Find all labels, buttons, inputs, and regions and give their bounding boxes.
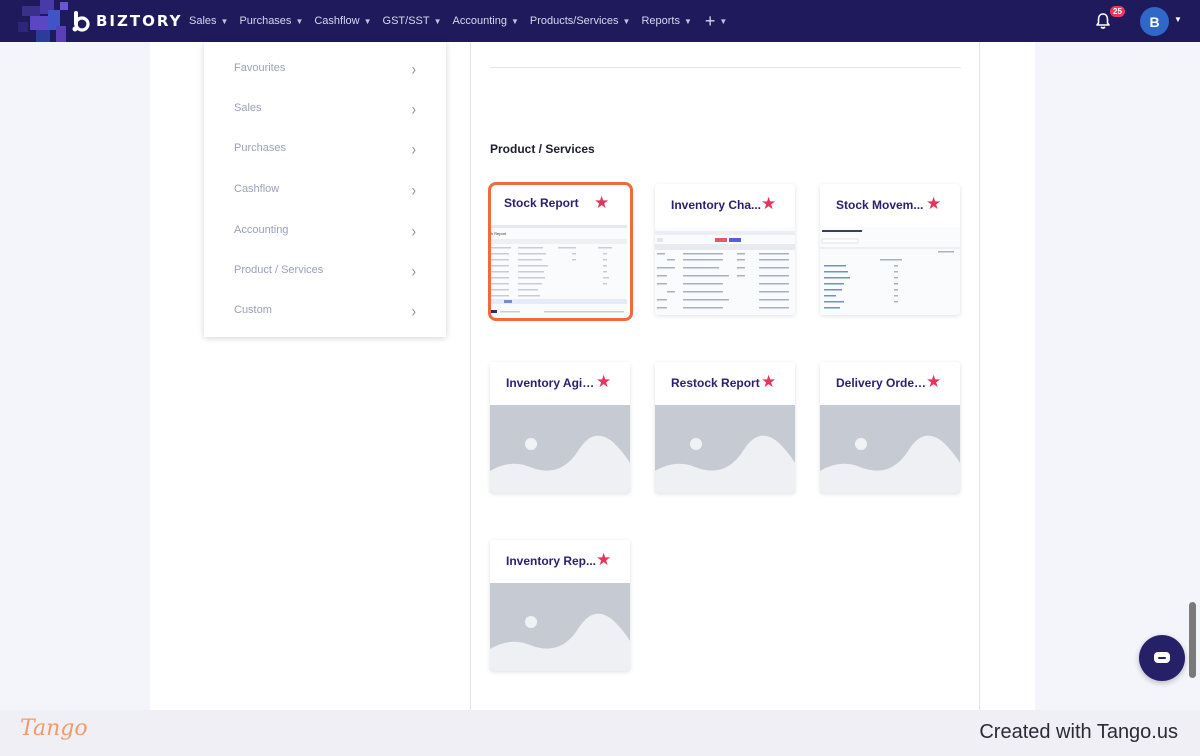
image-placeholder-icon [655,405,795,493]
nav-purchases[interactable]: Purchases ▼ [239,15,303,27]
chevron-down-icon: ▼ [433,16,442,26]
main-nav: Sales ▼ Purchases ▼ Cashflow ▼ GST/SST ▼ Acc… [189,0,727,42]
menu-item-cashflow[interactable]: Cashflow › [204,169,446,209]
brand-name: BIZTORY [96,12,183,30]
menu-item-label: Accounting [234,224,289,236]
menu-item-label: Cashflow [234,183,280,195]
chevron-down-icon: ▼ [719,16,728,26]
tango-logo: Tango [20,716,88,741]
page-gutter [1035,42,1200,710]
reports-category-menu: Favourites › Sales › Purchases › Cashflow › … [204,42,446,337]
menu-item-accounting[interactable]: Accounting › [204,210,446,250]
chevron-down-icon: ▼ [295,16,304,26]
chevron-right-icon: › [411,58,416,78]
menu-item-label: Purchases [234,142,286,154]
scrollbar-thumb[interactable] [1189,602,1196,678]
nav-cashflow-label: Cashflow [314,15,360,27]
star-icon[interactable]: ★ [761,194,776,214]
notification-bell-icon[interactable] [1094,12,1112,30]
notification-count-badge: 25 [1110,6,1125,17]
menu-item-sales[interactable]: Sales › [204,88,446,128]
menu-item-label: Custom [234,304,272,316]
chevron-right-icon: › [411,220,416,240]
chevron-right-icon: › [411,260,416,280]
chevron-down-icon: ▼ [510,16,519,26]
nav-accounting[interactable]: Accounting ▼ [453,15,519,27]
image-placeholder-icon [490,405,630,493]
nav-reports[interactable]: Reports ▼ [641,15,691,27]
plus-icon: + [704,10,716,31]
image-placeholder-icon [820,405,960,493]
section-divider [490,67,961,68]
chevron-down-icon[interactable]: ▼ [1174,15,1182,24]
app-root: BIZTORY Sales ▼ Purchases ▼ Cashflow ▼ GST/… [0,0,1200,756]
report-thumbnail [655,227,795,315]
report-card-inventory-report[interactable]: Inventory Rep... ★ [490,540,630,671]
menu-item-label: Favourites [234,62,286,74]
report-card-title: Inventory Agin... [506,376,598,390]
chevron-down-icon: ▼ [622,16,631,26]
chat-button[interactable] [1139,635,1185,681]
report-card-title: Stock Movem... [836,198,924,212]
section-title: Product / Services [490,142,595,156]
nav-sales-label: Sales [189,15,217,27]
menu-item-product-services[interactable]: Product / Services › [204,250,446,290]
report-card-inventory-aging[interactable]: Inventory Agin... ★ [490,362,630,493]
nav-products-services-label: Products/Services [529,15,619,27]
nav-cashflow[interactable]: Cashflow ▼ [314,15,371,27]
report-card-title: Stock Report [504,196,579,210]
svg-text:k Report: k Report [491,231,507,236]
menu-item-custom[interactable]: Custom › [204,290,446,330]
chevron-right-icon: › [411,98,416,118]
report-card-inventory-changes[interactable]: Inventory Cha... ★ [655,184,795,315]
nav-accounting-label: Accounting [452,15,507,27]
chevron-right-icon: › [411,138,416,158]
chevron-right-icon: › [411,179,416,199]
report-card-stock-movement[interactable]: Stock Movem... ★ [820,184,960,315]
nav-reports-label: Reports [641,15,680,27]
brand-logo[interactable]: BIZTORY [70,8,182,34]
report-thumbnail [820,227,960,315]
nav-gst-sst[interactable]: GST/SST ▼ [383,15,442,27]
report-card-stock-report[interactable]: Stock Report ★ k Report [488,182,633,321]
star-icon[interactable]: ★ [596,550,611,570]
brand-logo-icon [70,10,92,32]
report-card-title: Delivery Order... [836,376,928,390]
image-placeholder-icon [490,583,630,671]
nav-purchases-label: Purchases [239,15,292,27]
menu-item-purchases[interactable]: Purchases › [204,128,446,168]
chevron-down-icon: ▼ [683,16,692,26]
chevron-right-icon: › [411,300,416,320]
star-icon[interactable]: ★ [594,193,609,213]
nav-products-services[interactable]: Products/Services ▼ [530,15,631,27]
chevron-down-icon: ▼ [363,16,372,26]
report-card-delivery-order[interactable]: Delivery Order... ★ [820,362,960,493]
user-avatar[interactable]: B [1140,7,1169,36]
menu-item-label: Product / Services [234,264,324,276]
nav-gst-sst-label: GST/SST [382,15,430,27]
report-card-title: Restock Report [671,376,760,390]
star-icon[interactable]: ★ [926,194,941,214]
chevron-down-icon: ▼ [220,16,229,26]
report-card-title: Inventory Cha... [671,198,762,212]
report-card-title: Inventory Rep... [506,554,597,568]
star-icon[interactable]: ★ [596,372,611,392]
nav-add-menu[interactable]: + ▼ [705,11,727,32]
report-thumbnail: k Report [491,225,627,318]
star-icon[interactable]: ★ [761,372,776,392]
nav-sales[interactable]: Sales ▼ [189,15,228,27]
tango-credit: Created with Tango.us [979,721,1178,743]
chat-icon [1154,652,1170,663]
report-card-restock-report[interactable]: Restock Report ★ [655,362,795,493]
top-navbar: BIZTORY Sales ▼ Purchases ▼ Cashflow ▼ GST/… [0,0,1200,42]
star-icon[interactable]: ★ [926,372,941,392]
menu-item-label: Sales [234,102,262,114]
menu-item-favourites[interactable]: Favourites › [204,48,446,88]
